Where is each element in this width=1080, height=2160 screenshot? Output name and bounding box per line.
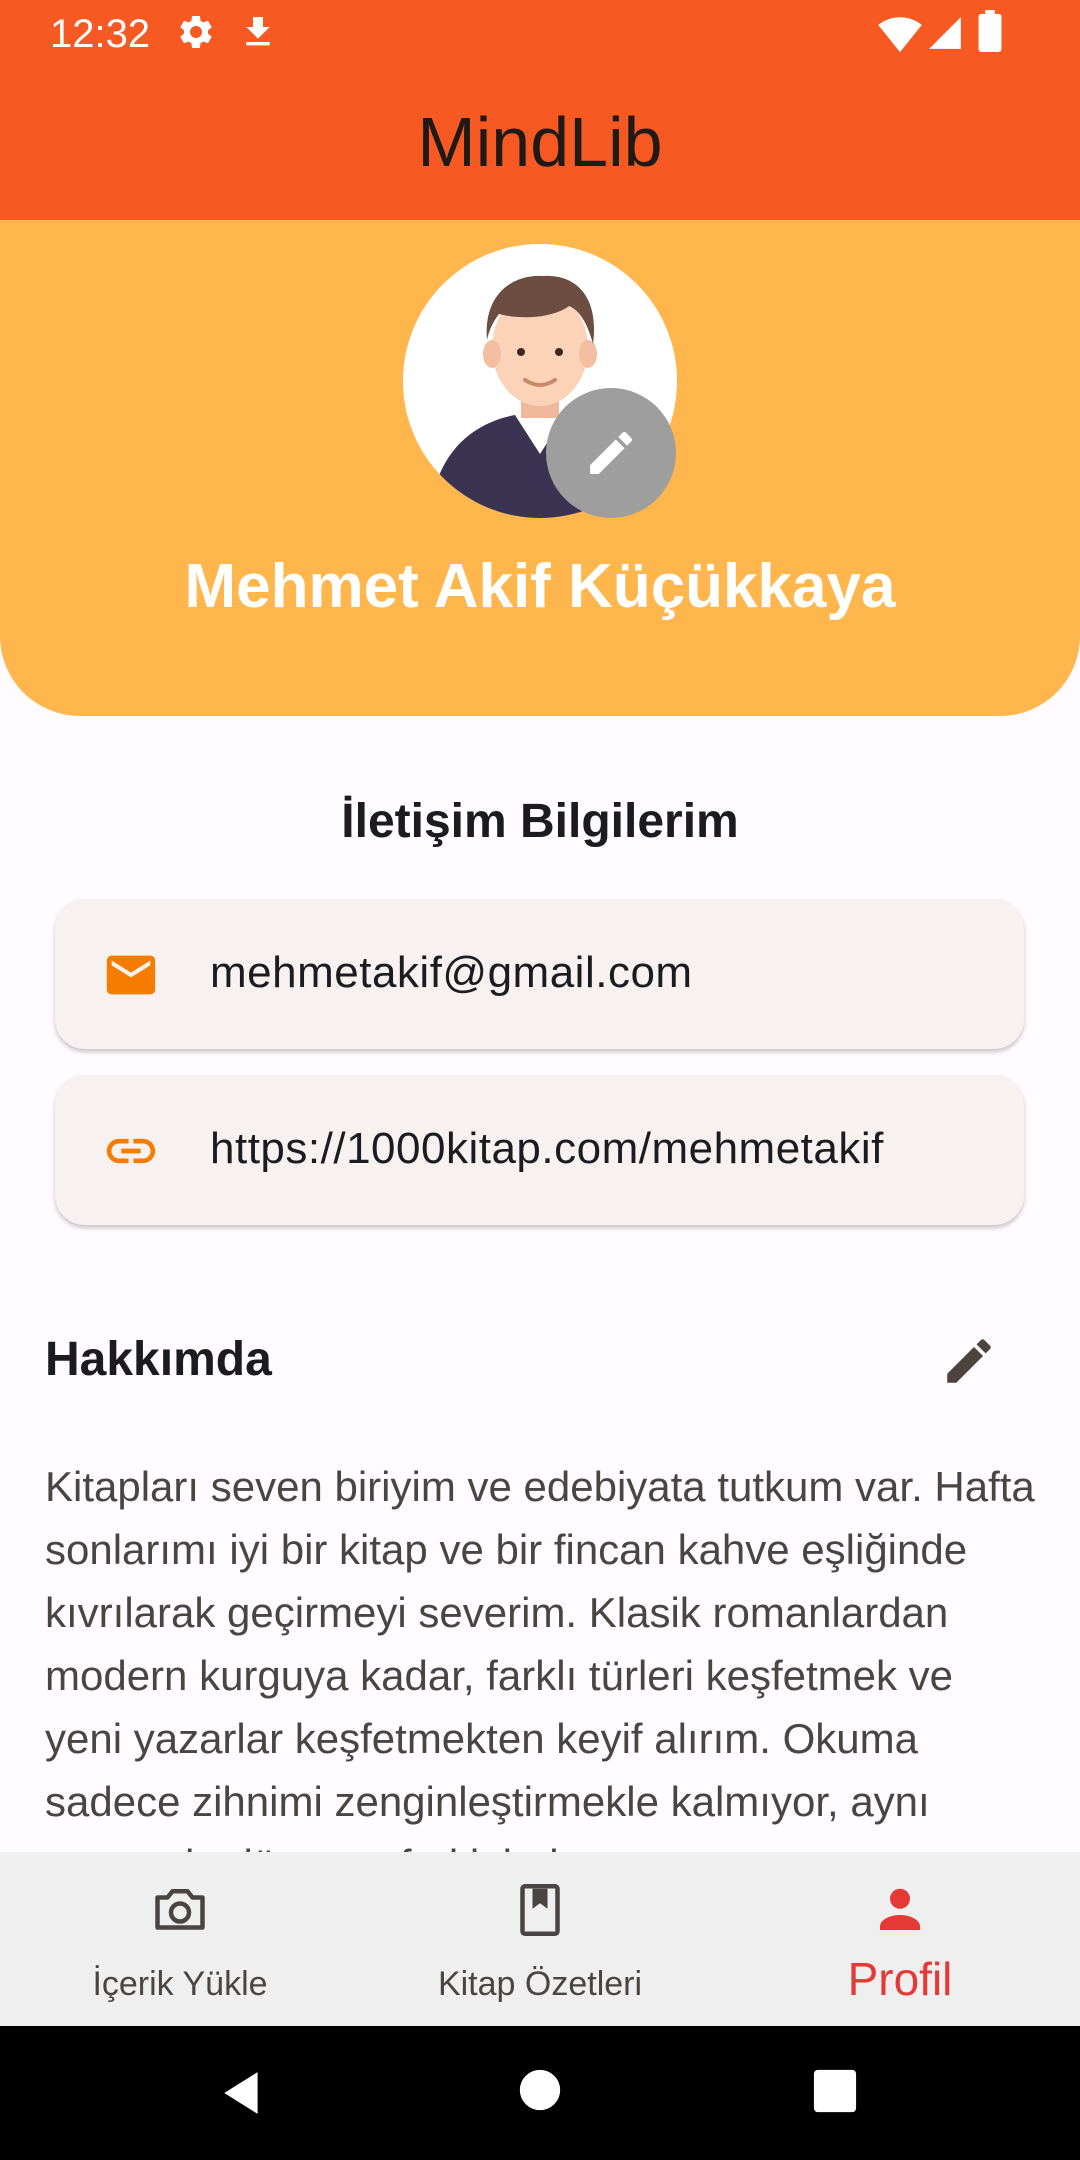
nav-item-icerik-yukle[interactable]: İçerik Yükle <box>0 1852 360 2026</box>
back-icon[interactable] <box>218 2068 268 2118</box>
home-icon[interactable] <box>518 2068 562 2112</box>
nav-label: İçerik Yükle <box>92 1965 268 2003</box>
book-icon <box>510 1880 570 1945</box>
link-icon <box>102 1122 160 1185</box>
profile-header: Mehmet Akif Küçükkaya <box>0 220 1080 716</box>
signal-icon <box>926 14 964 57</box>
download-icon <box>238 12 278 57</box>
profile-name: Mehmet Akif Küçükkaya <box>184 552 896 621</box>
email-value: mehmetakif@gmail.com <box>210 948 693 997</box>
contact-section-title: İletişim Bilgilerim <box>341 795 739 848</box>
nav-item-kitap-ozetleri[interactable]: Kitap Özetleri <box>360 1852 720 2026</box>
wifi-icon <box>878 14 922 59</box>
nav-label: Kitap Özetleri <box>437 1965 643 2003</box>
recents-icon[interactable] <box>812 2068 858 2114</box>
status-time: 12:32 <box>50 12 151 56</box>
about-title: Hakkımda <box>45 1333 272 1386</box>
pencil-icon <box>947 1339 991 1383</box>
person-icon <box>870 1880 930 1945</box>
camera-icon <box>150 1880 210 1945</box>
link-value: https://1000kitap.com/mehmetakif <box>210 1124 884 1173</box>
settings-icon <box>176 12 216 57</box>
edit-about-button[interactable] <box>940 1332 998 1395</box>
nav-item-profil[interactable]: Profil <box>720 1852 1080 2026</box>
system-navigation-bar <box>0 2026 1080 2160</box>
status-bar: 12:32 <box>0 0 1080 68</box>
email-card[interactable]: mehmetakif@gmail.com <box>55 899 1024 1049</box>
link-card[interactable]: https://1000kitap.com/mehmetakif <box>55 1075 1024 1225</box>
email-icon <box>102 946 160 1009</box>
app-bar: MindLib <box>0 68 1080 220</box>
about-text: Kitapları seven biriyim ve edebiyata tut… <box>45 1463 1035 1888</box>
battery-icon <box>978 10 1002 57</box>
nav-label: Profil <box>847 1953 953 2005</box>
app-title: MindLib <box>417 103 663 181</box>
bottom-navigation: İçerik Yükle Kitap Özetleri Profil <box>0 1852 1080 2026</box>
edit-avatar-button[interactable] <box>546 388 676 518</box>
pencil-icon <box>590 431 633 474</box>
